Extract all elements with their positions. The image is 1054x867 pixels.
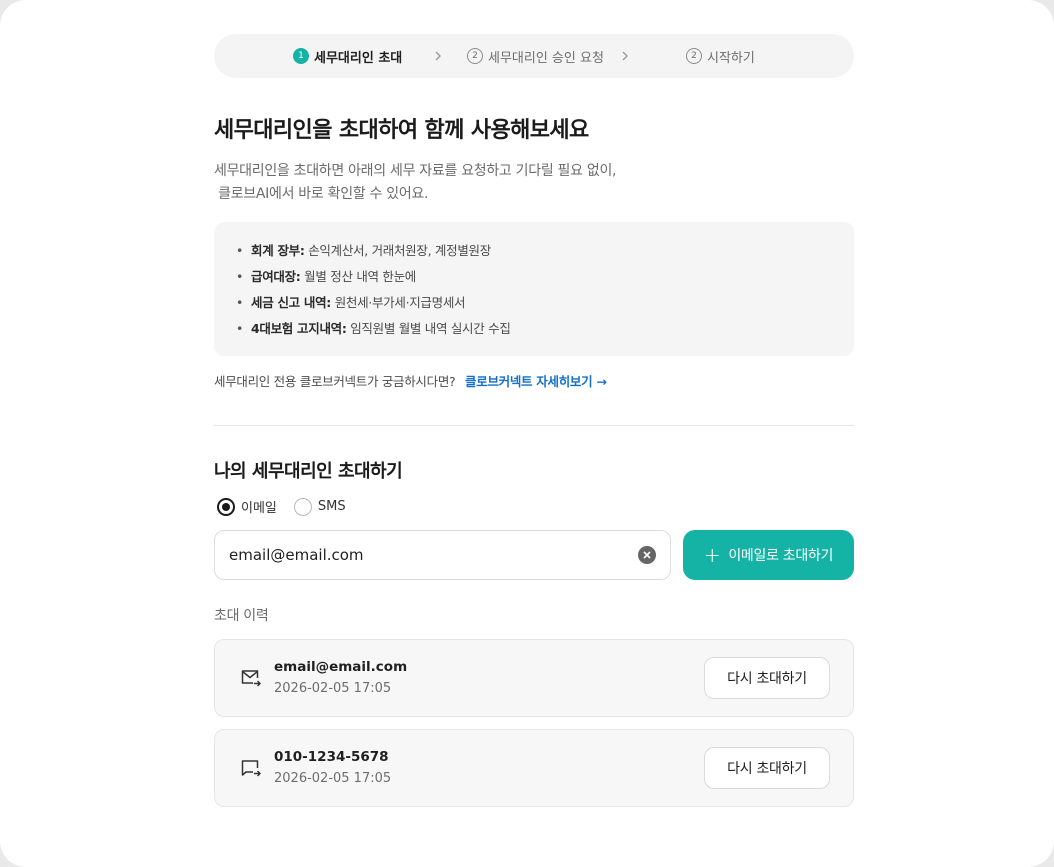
radio-checked-icon[interactable] [217,497,235,516]
radio-sms-label: SMS [317,499,346,514]
history-contact: 010-1234-5678 [274,749,389,765]
step-number-icon: 2 [686,48,702,64]
divider [214,425,854,426]
invite-by-email-button[interactable]: + 이메일로 초대하기 [683,530,854,580]
step-label: 시작하기 [707,50,755,66]
invite-section-title: 나의 세무대리인 초대하기 [214,461,403,482]
step-label: 세무대리인 초대 [314,50,403,66]
main-content: 1 세무대리인 초대 2 세무대리인 승인 요청 2 시작하기 세무대리인을 초… [214,34,854,807]
tax-data-info-box: 회계 장부: 손익계산서, 거래처원장, 계정별원장 급여대장: 월별 정산 내… [214,222,854,356]
step-start: 2 시작하기 [686,34,755,78]
step-number-icon: 1 [293,48,309,64]
radio-unchecked-icon[interactable] [293,497,312,516]
plus-icon: + [703,543,721,567]
info-item-ledger: 회계 장부: 손익계산서, 거래처원장, 계정별원장 [236,238,832,264]
step-approval: 2 세무대리인 승인 요청 [467,34,604,78]
history-card-email: email@email.com 2026-02-05 17:05 다시 초대하기 [214,639,854,717]
history-card-text: email@email.com 2026-02-05 17:05 [274,657,704,699]
page-description: 세무대리인을 초대하면 아래의 세무 자료를 요청하고 기다릴 필요 없이, 클… [214,160,854,206]
description-line: 클로브AI에서 바로 확인할 수 있어요. [214,186,429,202]
connect-details-link[interactable]: 클로브커넥트 자세히보기 → [465,374,607,389]
radio-email[interactable]: 이메일 [214,497,277,516]
stepper: 1 세무대리인 초대 2 세무대리인 승인 요청 2 시작하기 [214,34,854,78]
page-title: 세무대리인을 초대하여 함께 사용해보세요 [214,118,589,143]
message-send-icon [240,757,262,779]
invite-method-radio-group: 이메일 SMS [214,497,854,516]
history-date: 2026-02-05 17:05 [274,681,392,696]
email-field-wrapper [214,530,671,580]
history-contact: email@email.com [274,659,408,675]
info-item-insurance: 4대보험 고지내역: 임직원별 월별 내역 실시간 수집 [236,316,832,342]
connect-question: 세무대리인 전용 클로브커넥트가 궁금하시다면? [214,374,456,389]
step-number-icon: 2 [467,48,483,64]
clear-icon[interactable] [638,546,656,564]
resend-invite-button[interactable]: 다시 초대하기 [704,657,830,699]
invite-button-label: 이메일로 초대하기 [728,548,834,564]
chevron-right-icon [433,34,443,78]
history-card-sms: 010-1234-5678 2026-02-05 17:05 다시 초대하기 [214,729,854,807]
history-date: 2026-02-05 17:05 [274,771,392,786]
history-card-text: 010-1234-5678 2026-02-05 17:05 [274,747,704,789]
description-line: 세무대리인을 초대하면 아래의 세무 자료를 요청하고 기다릴 필요 없이, [214,163,617,179]
chevron-right-icon [620,34,630,78]
info-item-tax-filing: 세금 신고 내역: 원천세·부가세·지급명세서 [236,290,832,316]
step-invite: 1 세무대리인 초대 [293,34,402,78]
info-item-payroll: 급여대장: 월별 정산 내역 한눈에 [236,264,832,290]
invite-history-label: 초대 이력 [214,608,269,624]
page: 1 세무대리인 초대 2 세무대리인 승인 요청 2 시작하기 세무대리인을 초… [0,0,1054,867]
email-field[interactable] [229,546,638,564]
invite-input-row: + 이메일로 초대하기 [214,530,854,580]
mail-send-icon [240,667,262,689]
connect-row: 세무대리인 전용 클로브커넥트가 궁금하시다면? 클로브커넥트 자세히보기 → [214,373,854,391]
resend-invite-button[interactable]: 다시 초대하기 [704,747,830,789]
radio-sms[interactable]: SMS [291,497,346,516]
radio-email-label: 이메일 [241,501,277,516]
step-label: 세무대리인 승인 요청 [488,50,604,66]
